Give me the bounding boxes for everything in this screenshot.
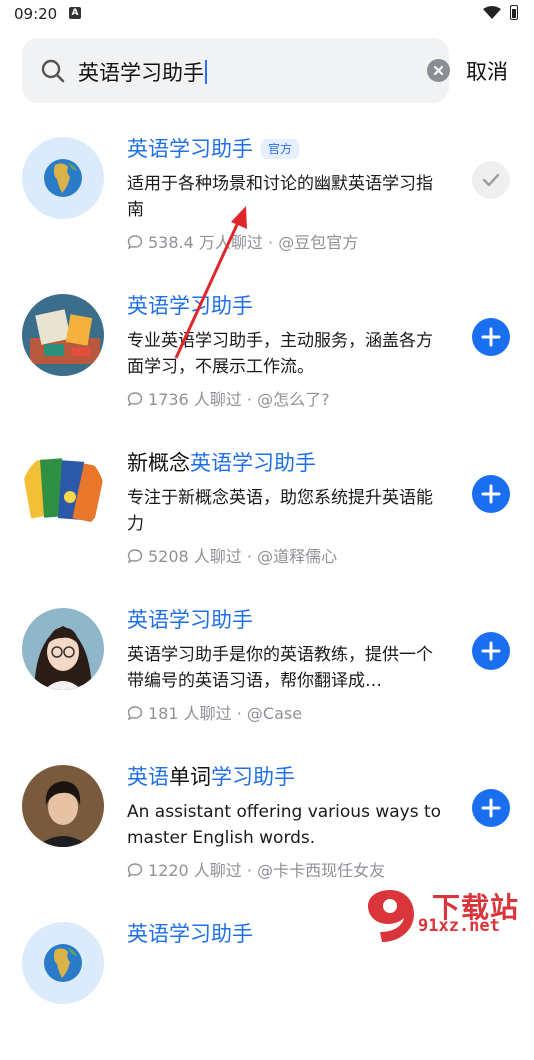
meta-separator: · xyxy=(268,233,274,252)
plus-icon xyxy=(481,484,501,504)
title-segment: 英语学习助手 xyxy=(127,608,253,632)
bot-avatar[interactable] xyxy=(22,137,104,219)
watermark-logo: 下载站 91xz.net xyxy=(360,886,530,946)
watermark-mark xyxy=(368,890,414,942)
title-segment: 英语学习助手 xyxy=(127,294,253,318)
add-bot-button[interactable] xyxy=(472,318,510,356)
add-bot-button[interactable] xyxy=(472,789,510,827)
bot-title[interactable]: 新概念英语学习助手 xyxy=(127,449,316,477)
meta-separator: · xyxy=(246,547,252,566)
battery-icon xyxy=(510,5,518,20)
chat-bubble-icon xyxy=(127,706,143,721)
plus-icon xyxy=(481,798,501,818)
cancel-button[interactable]: 取消 xyxy=(466,56,508,86)
search-bar[interactable]: 英语学习助手 xyxy=(22,38,450,103)
chat-count: 181 人聊过 xyxy=(148,704,232,723)
chat-bubble-icon xyxy=(127,392,143,407)
title-segment: 学习助手 xyxy=(211,765,295,789)
bot-description: 英语学习助手是你的英语教练，提供一个带编号的英语习语，帮你翻译成… xyxy=(127,645,433,691)
bot-meta: 1220 人聊过 · @卡卡西现任女友 xyxy=(127,857,385,881)
bot-avatar[interactable] xyxy=(22,294,104,376)
title-segment: 英语学习助手 xyxy=(127,922,253,946)
bot-description: 适用于各种场景和讨论的幽默英语学习指南 xyxy=(127,174,433,220)
added-bot-button[interactable] xyxy=(472,161,510,199)
chat-count: 1220 人聊过 xyxy=(148,861,242,880)
bot-author: @豆包官方 xyxy=(278,233,359,252)
result-item[interactable]: 英语单词学习助手 An assistant offering various wa… xyxy=(0,746,534,903)
bot-title[interactable]: 英语学习助手 官方 xyxy=(127,135,300,163)
result-item[interactable]: 英语学习助手专业英语学习助手，主动服务，涵盖各方面学习，不展示工作流。 1736 … xyxy=(0,275,534,432)
bot-description: An assistant offering various ways to ma… xyxy=(127,802,442,848)
bot-description: 专业英语学习助手，主动服务，涵盖各方面学习，不展示工作流。 xyxy=(127,331,433,377)
meta-separator: · xyxy=(246,861,252,880)
wifi-icon xyxy=(483,6,501,19)
bot-avatar[interactable] xyxy=(22,451,104,533)
bot-avatar[interactable] xyxy=(22,765,104,847)
official-badge: 官方 xyxy=(261,139,300,159)
result-item[interactable]: 英语学习助手英语学习助手是你的英语教练，提供一个带编号的英语习语，帮你翻译成… 1… xyxy=(0,589,534,746)
title-segment: 单词 xyxy=(169,765,211,789)
clock: 09:20 xyxy=(14,5,58,23)
chat-bubble-icon xyxy=(127,863,143,878)
text-caret xyxy=(205,60,207,84)
check-icon xyxy=(482,173,500,187)
chat-count: 538.4 万人聊过 xyxy=(148,233,263,252)
search-icon xyxy=(41,59,65,83)
plus-icon xyxy=(481,327,501,347)
search-input[interactable]: 英语学习助手 xyxy=(78,57,207,87)
bot-avatar[interactable] xyxy=(22,922,104,1004)
watermark-site: 91xz.net xyxy=(418,916,500,936)
chat-count: 5208 人聊过 xyxy=(148,547,242,566)
bot-title[interactable]: 英语单词学习助手 xyxy=(127,763,295,791)
bot-meta: 538.4 万人聊过 · @豆包官方 xyxy=(127,229,358,253)
add-bot-button[interactable] xyxy=(472,632,510,670)
chat-count: 1736 人聊过 xyxy=(148,390,242,409)
bot-meta: 181 人聊过 · @Case xyxy=(127,700,302,724)
bot-title[interactable]: 英语学习助手 xyxy=(127,606,253,634)
status-bar: 09:20 A xyxy=(0,0,534,30)
meta-separator: · xyxy=(246,390,252,409)
bot-author: @怎么了? xyxy=(257,390,330,409)
title-segment: 英语学习助手 xyxy=(190,451,316,475)
title-segment: 英语学习助手 xyxy=(127,137,253,161)
bot-avatar[interactable] xyxy=(22,608,104,690)
title-segment: 英语 xyxy=(127,765,169,789)
plus-icon xyxy=(481,641,501,661)
clear-icon[interactable] xyxy=(427,59,450,82)
bot-author: @道释儒心 xyxy=(257,547,338,566)
chat-bubble-icon xyxy=(127,549,143,564)
notification-icon: A xyxy=(69,7,81,19)
bot-description: 专注于新概念英语，助您系统提升英语能力 xyxy=(127,488,433,534)
title-segment: 新概念 xyxy=(127,451,190,475)
add-bot-button[interactable] xyxy=(472,475,510,513)
chat-bubble-icon xyxy=(127,235,143,250)
bot-meta: 5208 人聊过 · @道释儒心 xyxy=(127,543,337,567)
bot-title[interactable]: 英语学习助手 xyxy=(127,292,253,320)
bot-title[interactable]: 英语学习助手 xyxy=(127,920,253,948)
bot-meta: 1736 人聊过 · @怎么了? xyxy=(127,386,330,410)
bot-author: @卡卡西现任女友 xyxy=(257,861,386,880)
result-item[interactable]: 新概念英语学习助手专注于新概念英语，助您系统提升英语能力 5208 人聊过 · @… xyxy=(0,432,534,589)
result-item[interactable]: 英语学习助手 官方适用于各种场景和讨论的幽默英语学习指南 538.4 万人聊过 · … xyxy=(0,118,534,275)
meta-separator: · xyxy=(236,704,242,723)
bot-author: @Case xyxy=(246,704,303,723)
